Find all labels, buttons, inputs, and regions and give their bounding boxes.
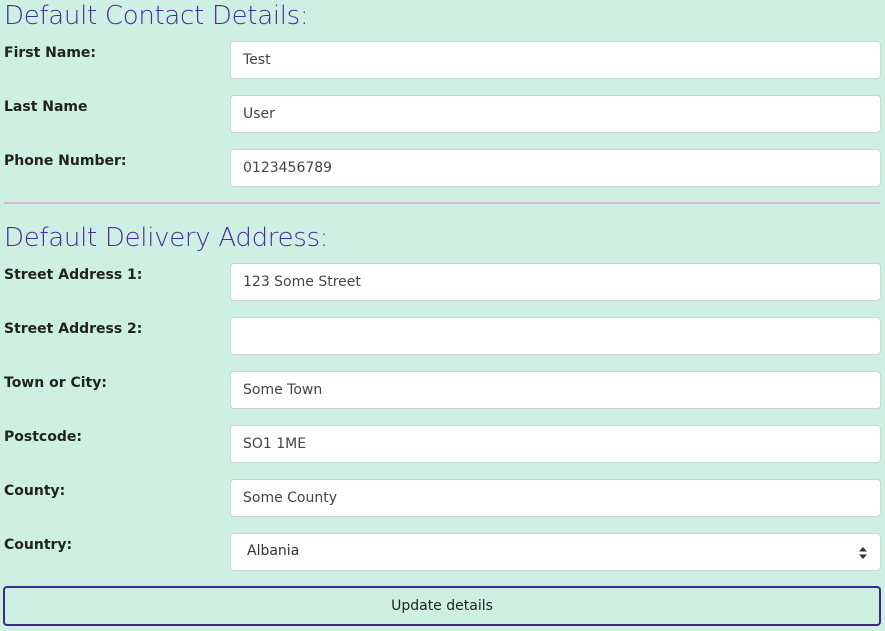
street-address-2-input[interactable] (230, 317, 881, 355)
delivery-section-title: Default Delivery Address: (4, 223, 329, 253)
sort-arrows-icon (859, 547, 867, 559)
section-divider (4, 202, 880, 204)
first-name-input[interactable] (230, 41, 881, 79)
street-address-1-label: Street Address 1: (4, 267, 143, 283)
last-name-input[interactable] (230, 95, 881, 133)
town-city-input[interactable] (230, 371, 881, 409)
postcode-label: Postcode: (4, 429, 82, 445)
first-name-label: First Name: (4, 45, 97, 61)
street-address-2-label: Street Address 2: (4, 321, 143, 337)
country-selected-value: Albania (247, 543, 300, 559)
country-label: Country: (4, 537, 73, 553)
update-details-button[interactable]: Update details (3, 586, 881, 626)
postcode-input[interactable] (230, 425, 881, 463)
country-select[interactable]: Albania (230, 533, 881, 571)
phone-number-label: Phone Number: (4, 153, 127, 169)
street-address-1-input[interactable] (230, 263, 881, 301)
county-label: County: (4, 483, 66, 499)
contact-section-title: Default Contact Details: (4, 1, 309, 31)
phone-number-input[interactable] (230, 149, 881, 187)
last-name-label: Last Name (4, 99, 88, 115)
county-input[interactable] (230, 479, 881, 517)
town-city-label: Town or City: (4, 375, 107, 391)
